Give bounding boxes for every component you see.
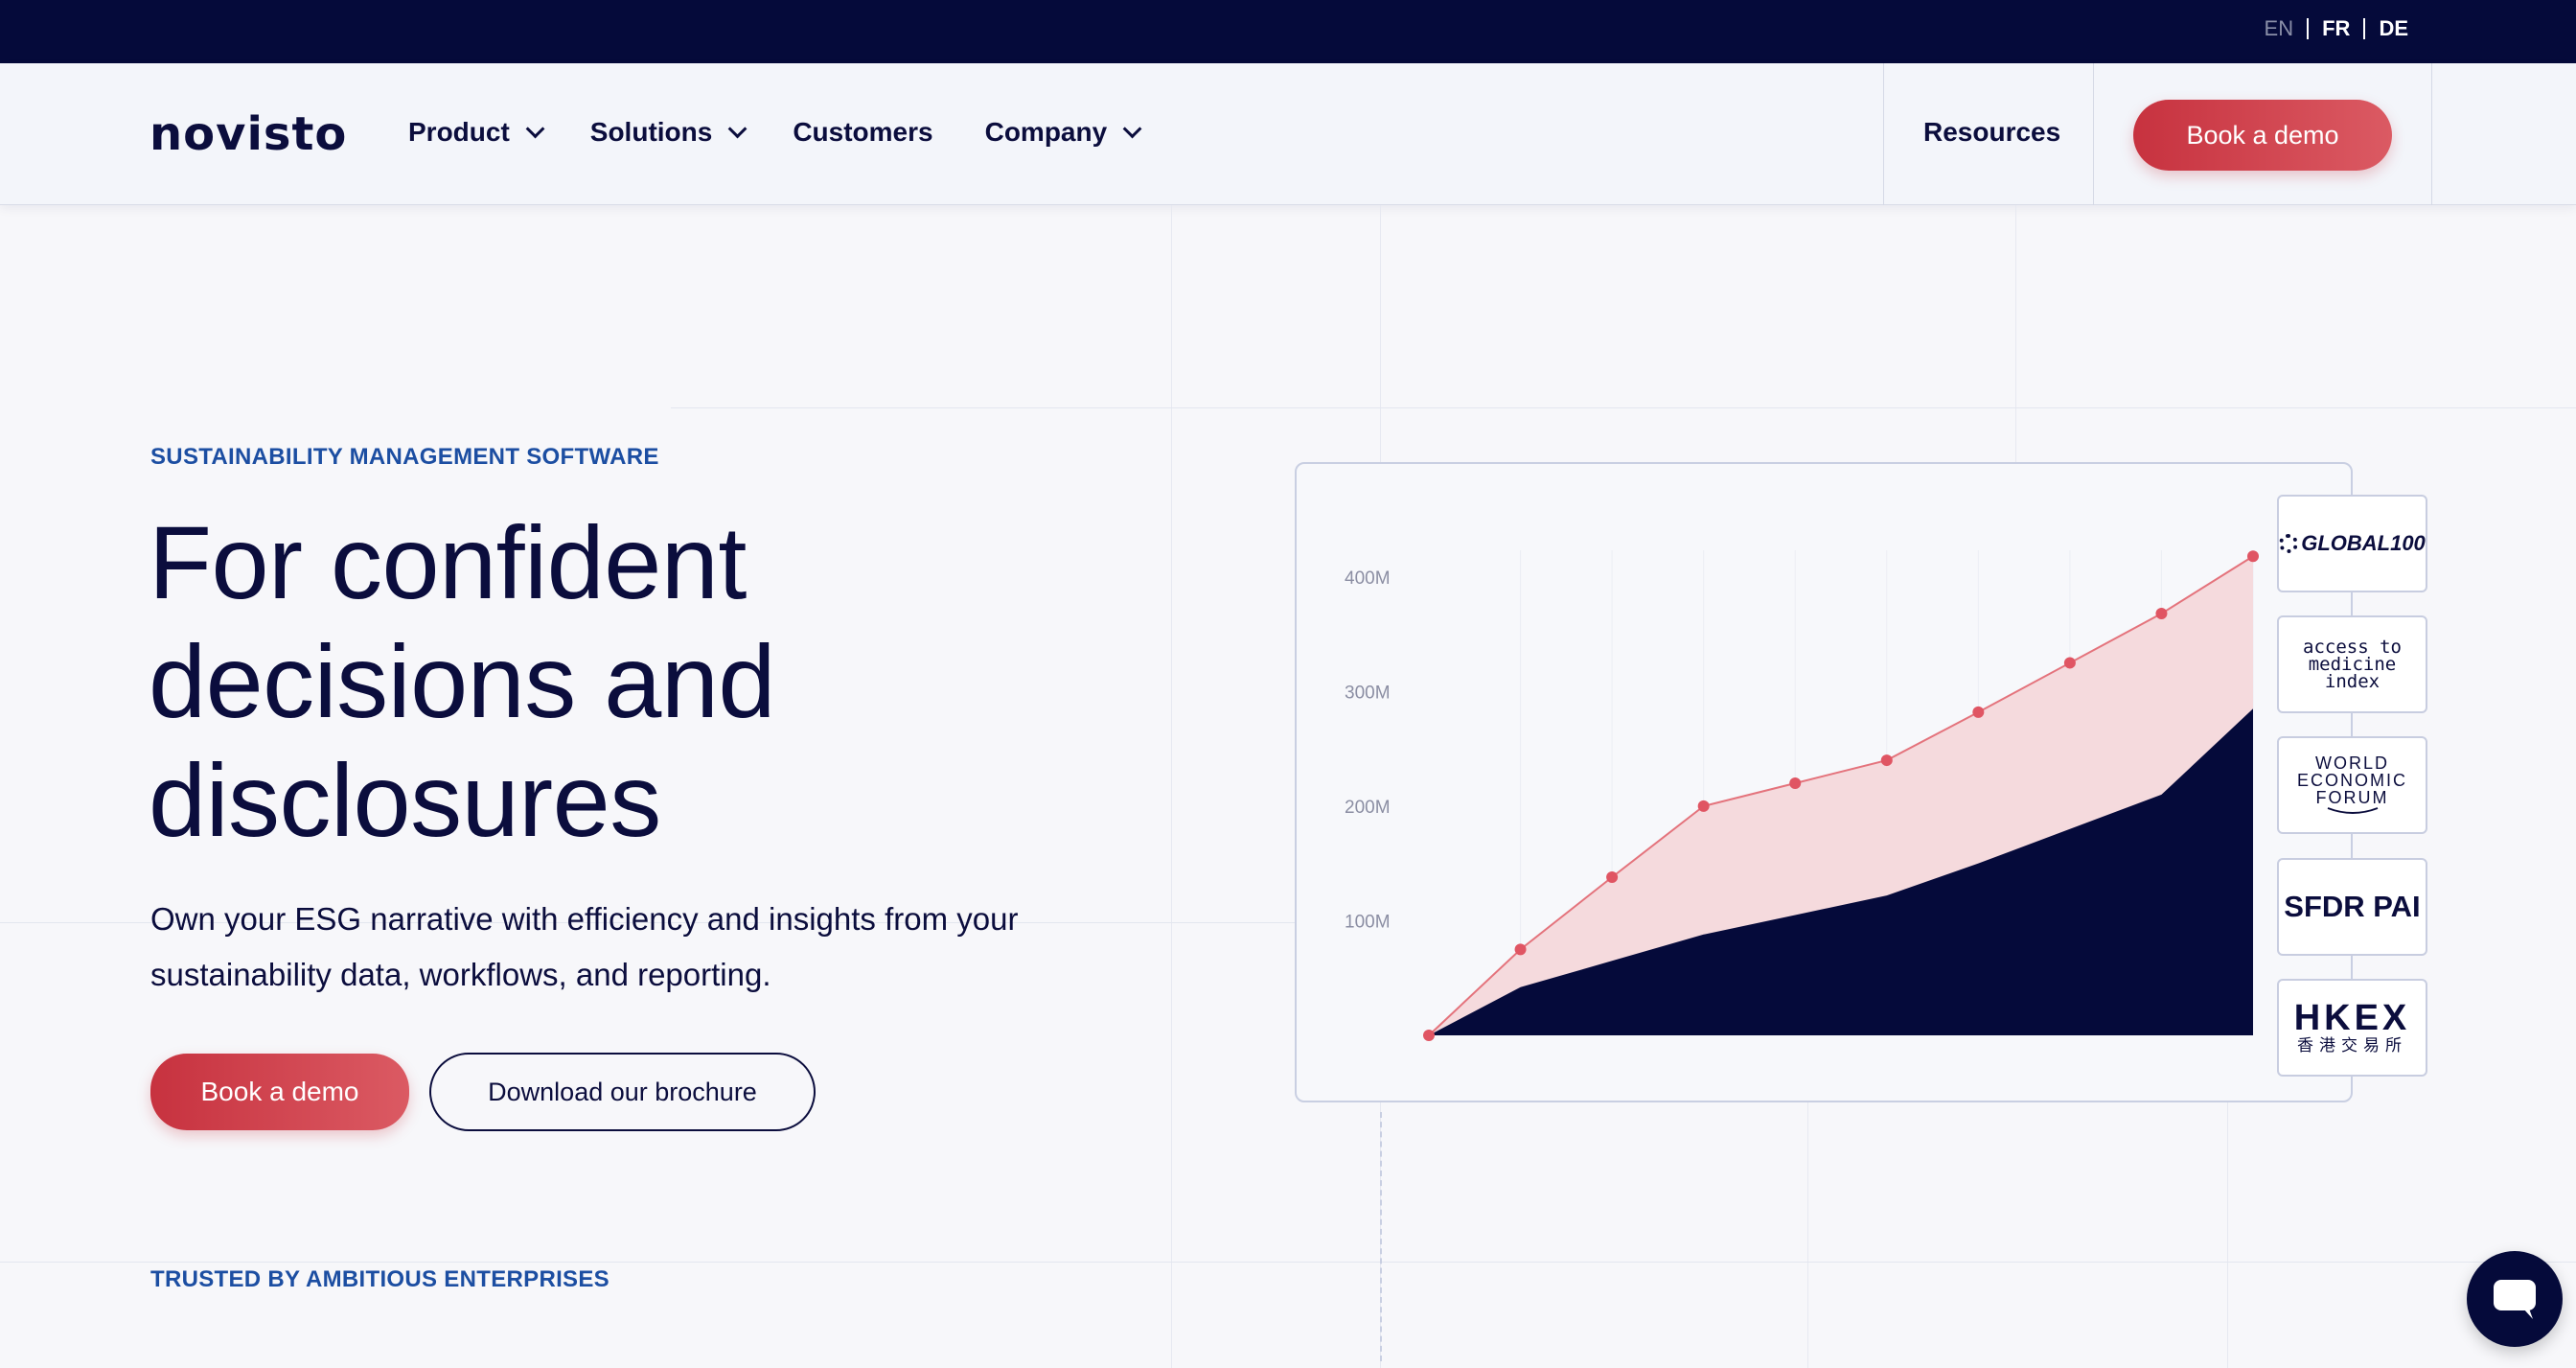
chart-data-point — [1789, 777, 1802, 789]
grid-line — [671, 407, 2576, 408]
language-switcher: EN FR DE — [2265, 16, 2408, 41]
chart-data-point — [2063, 657, 2076, 669]
lang-de-link[interactable]: DE — [2379, 16, 2408, 41]
chart-data-point — [2155, 608, 2168, 620]
badge-label: ECONOMIC — [2297, 771, 2407, 790]
grid-line — [2015, 205, 2016, 464]
language-bar: EN FR DE — [0, 0, 2576, 63]
chart-data-point — [1423, 1030, 1435, 1041]
badge-label: HKEX — [2293, 998, 2411, 1038]
download-brochure-button[interactable]: Download our brochure — [429, 1053, 816, 1131]
hero-eyebrow: SUSTAINABILITY MANAGEMENT SOFTWARE — [150, 444, 659, 470]
nav-item-customers[interactable]: Customers — [793, 117, 932, 148]
nav-item-solutions[interactable]: Solutions — [589, 117, 748, 148]
nav-item-label: Customers — [793, 117, 933, 147]
chart-y-tick-label: 400M — [1345, 568, 1391, 589]
global100-badge: GLOBAL100 — [2277, 495, 2427, 592]
nav-menu: Product Solutions Customers Company — [408, 117, 1142, 148]
lang-divider — [2363, 18, 2366, 39]
nav-item-company[interactable]: Company — [984, 117, 1142, 148]
badge-label: WORLD — [2315, 754, 2389, 773]
access-to-medicine-badge: access to medicine index — [2277, 615, 2427, 713]
nav-item-product[interactable]: Product — [408, 117, 545, 148]
chevron-down-icon — [727, 119, 748, 139]
hero-title-line: disclosures — [149, 742, 661, 858]
nav-divider — [2431, 63, 2432, 205]
chart-data-point — [1880, 754, 1893, 767]
hero-title-line: For confident — [149, 504, 747, 620]
grid-line — [1171, 205, 1172, 1368]
grid-line — [0, 1262, 2576, 1263]
chart-data-point — [1697, 800, 1710, 812]
chart-y-tick-label: 200M — [1345, 798, 1391, 818]
hero-subtitle: Own your ESG narrative with efficiency a… — [150, 892, 1128, 1003]
nav-item-resources[interactable]: Resources — [1923, 117, 2060, 148]
lang-divider — [2307, 18, 2310, 39]
main-navigation: novisto Product Solutions Customers Comp… — [0, 63, 2576, 205]
hero-subtitle-line: Own your ESG narrative with efficiency a… — [150, 901, 1019, 937]
wef-arc-icon — [2327, 807, 2378, 814]
chat-bubble-icon — [2494, 1280, 2536, 1319]
badge-label: FORUM — [2315, 788, 2389, 807]
sfdr-pai-badge: SFDR PAI — [2277, 858, 2427, 956]
nav-item-label: Solutions — [589, 117, 713, 147]
chart-data-point — [1514, 943, 1527, 956]
book-demo-hero-button[interactable]: Book a demo — [150, 1054, 409, 1130]
chevron-down-icon — [1122, 119, 1142, 139]
trusted-heading: TRUSTED BY AMBITIOUS ENTERPRISES — [150, 1266, 610, 1292]
dashed-guide-line — [1380, 1112, 1382, 1361]
chart-y-tick-label: 300M — [1345, 683, 1391, 703]
growth-chart-card: 100M 200M 300M 400M — [1295, 462, 2353, 1102]
hkex-badge: HKEX 香港交易所 — [2277, 979, 2427, 1077]
badge-label: 香港交易所 — [2297, 1036, 2407, 1055]
grid-line — [2227, 1102, 2228, 1368]
book-demo-nav-button[interactable]: Book a demo — [2133, 100, 2392, 171]
nav-item-label: Product — [408, 117, 510, 147]
gear-icon — [2279, 534, 2299, 553]
chat-launcher-button[interactable] — [2467, 1251, 2563, 1347]
grid-line — [1807, 1102, 1808, 1368]
novisto-logo[interactable]: novisto — [150, 107, 347, 161]
hero-title-line: decisions and — [149, 623, 775, 739]
nav-divider — [2093, 63, 2094, 205]
badge-label: SFDR PAI — [2284, 890, 2421, 923]
world-economic-forum-badge: WORLD ECONOMIC FORUM — [2277, 736, 2427, 834]
chart-data-point — [2247, 550, 2259, 563]
nav-divider — [1883, 63, 1884, 205]
badge-label: index — [2324, 671, 2380, 692]
badge-label: GLOBAL100 — [2301, 531, 2426, 555]
chart-data-point — [1606, 871, 1619, 884]
chart-data-point — [1972, 706, 1985, 718]
growth-chart: 100M 200M 300M 400M — [1345, 550, 2259, 1041]
hero-subtitle-line: sustainability data, workflows, and repo… — [150, 957, 771, 992]
lang-en-link[interactable]: EN — [2265, 16, 2294, 41]
chevron-down-icon — [525, 119, 545, 139]
nav-item-label: Company — [984, 117, 1108, 147]
chart-y-tick-label: 100M — [1345, 912, 1391, 932]
lang-fr-link[interactable]: FR — [2322, 16, 2350, 41]
hero-title: For confident decisions and disclosures — [149, 503, 1107, 860]
